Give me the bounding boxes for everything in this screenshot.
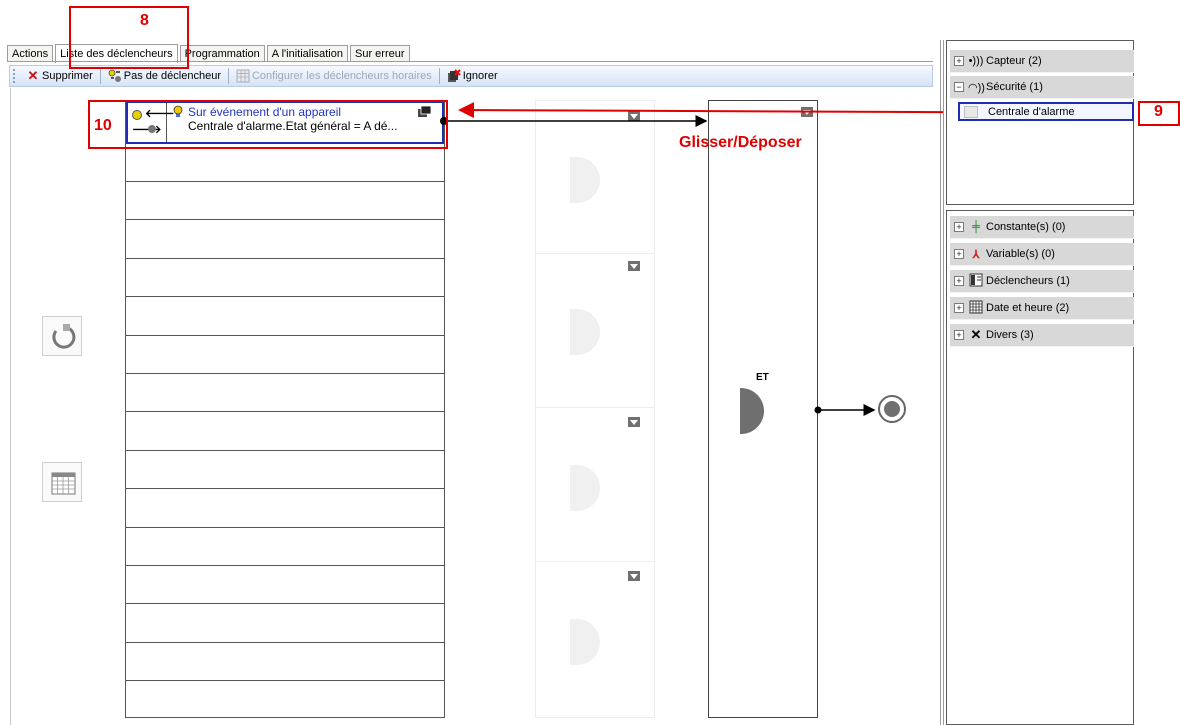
tab-actions[interactable]: Actions — [7, 45, 54, 62]
palette-item-label: Constante(s) (0) — [986, 221, 1066, 233]
ignore-button[interactable]: Ignorer — [443, 67, 502, 85]
gate-column — [535, 100, 655, 718]
tab-on-error[interactable]: Sur erreur — [350, 45, 410, 62]
expand-icon[interactable]: + — [954, 222, 964, 232]
list-row[interactable] — [126, 181, 444, 182]
variable-icon: ⅄ — [972, 248, 980, 261]
calendar-icon — [968, 300, 984, 317]
list-row[interactable] — [126, 411, 444, 412]
delete-button[interactable]: ✕ Supprimer — [22, 67, 97, 85]
gate-dropdown-icon[interactable] — [628, 417, 640, 427]
list-row[interactable] — [126, 603, 444, 604]
schedule-tool[interactable] — [42, 462, 82, 502]
delete-icon: ✕ — [27, 68, 39, 83]
ignore-icon — [447, 69, 461, 83]
toolbar-separator — [99, 68, 101, 84]
and-label: ET — [756, 372, 769, 383]
no-trigger-button[interactable]: Pas de déclencheur — [104, 67, 225, 85]
tab-bar: Actions Liste des déclencheurs Programma… — [7, 44, 412, 63]
annotation-number-10: 10 — [94, 117, 112, 134]
and-gate-placeholder-icon — [570, 619, 600, 665]
ignore-label: Ignorer — [462, 70, 498, 82]
list-row[interactable] — [126, 258, 444, 259]
list-row[interactable] — [126, 373, 444, 374]
expand-icon[interactable]: + — [954, 249, 964, 259]
toolbar-separator — [227, 68, 229, 84]
no-trigger-icon — [108, 69, 122, 83]
palette-item-constants[interactable]: + ╪ Constante(s) (0) — [950, 216, 1134, 239]
tree-item-security[interactable]: − ◠)) Sécurité (1) — [950, 76, 1134, 99]
gate-dropdown-icon[interactable] — [628, 261, 640, 271]
no-trigger-label: Pas de déclencheur — [123, 70, 221, 82]
palette-item-label: Variable(s) (0) — [986, 248, 1055, 260]
toolbar-separator — [438, 68, 440, 84]
alarm-panel-icon — [964, 105, 978, 118]
end-node-icon — [884, 401, 900, 417]
list-row[interactable] — [126, 527, 444, 528]
list-row[interactable] — [126, 680, 444, 681]
sensor-icon: •))) — [968, 55, 984, 67]
gate-slot[interactable] — [536, 563, 654, 715]
gate-dropdown-icon[interactable] — [628, 571, 640, 581]
tree-item-sensor[interactable]: + •))) Capteur (2) — [950, 50, 1134, 73]
gate-slot[interactable] — [536, 255, 654, 408]
annotation-number-8: 8 — [140, 12, 149, 29]
expand-icon[interactable]: + — [954, 56, 964, 66]
annotation-number-9: 9 — [1154, 103, 1163, 120]
tab-initialization[interactable]: A l'initialisation — [266, 45, 348, 62]
palette-item-label: Déclencheurs (1) — [986, 275, 1070, 287]
list-row[interactable] — [126, 219, 444, 220]
collapse-icon[interactable]: − — [954, 82, 964, 92]
and-gate-placeholder-icon — [570, 157, 600, 203]
and-block-dropdown-icon[interactable] — [801, 107, 813, 117]
list-row[interactable] — [126, 296, 444, 297]
tools-icon: ✕ — [970, 327, 982, 342]
gate-dropdown-icon[interactable] — [628, 111, 640, 121]
toolbar-grip[interactable] — [13, 69, 18, 83]
and-gate-placeholder-icon — [570, 309, 600, 355]
annotation-box-8 — [69, 6, 189, 69]
palette-item-triggers[interactable]: + Déclencheurs (1) — [950, 270, 1134, 293]
tab-programming[interactable]: Programmation — [179, 45, 265, 62]
palette-item-variables[interactable]: + ⅄ Variable(s) (0) — [950, 243, 1134, 266]
list-row[interactable] — [126, 488, 444, 489]
expand-icon[interactable]: + — [954, 330, 964, 340]
trigger-list[interactable] — [125, 100, 445, 718]
expand-icon[interactable]: + — [954, 303, 964, 313]
annotation-box-10 — [88, 100, 448, 149]
list-row[interactable] — [126, 642, 444, 643]
refresh-icon — [52, 324, 76, 349]
palette-item-misc[interactable]: + ✕ Divers (3) — [950, 324, 1134, 347]
configure-time-triggers-label: Configurer les déclencheurs horaires — [251, 70, 432, 82]
delete-button-label: Supprimer — [42, 70, 93, 82]
loop-tool[interactable] — [42, 316, 82, 356]
configure-time-triggers-button[interactable]: Configurer les déclencheurs horaires — [232, 67, 436, 85]
tree-item-alarm-panel[interactable]: Centrale d'alarme — [958, 102, 1134, 121]
calendar-icon — [51, 472, 76, 495]
security-icon: ◠)) — [968, 81, 985, 94]
list-row[interactable] — [126, 450, 444, 451]
constant-icon: ╪ — [972, 221, 980, 233]
expand-icon[interactable]: + — [954, 276, 964, 286]
calendar-grid-icon — [236, 69, 250, 83]
drag-drop-label: Glisser/Déposer — [679, 134, 802, 151]
gate-slot[interactable] — [536, 409, 654, 562]
tree-item-label: Centrale d'alarme — [988, 105, 1075, 118]
palette-item-date-time[interactable]: + Date et heure (2) — [950, 297, 1134, 320]
tree-item-label: Sécurité (1) — [986, 81, 1043, 93]
list-row[interactable] — [126, 565, 444, 566]
palette-item-label: Date et heure (2) — [986, 302, 1070, 314]
and-gate-placeholder-icon — [570, 465, 600, 511]
palette-item-label: Divers (3) — [986, 329, 1034, 341]
list-row[interactable] — [126, 335, 444, 336]
gate-slot[interactable] — [536, 101, 654, 254]
tree-item-label: Capteur (2) — [986, 55, 1042, 67]
triggers-icon — [968, 273, 984, 290]
